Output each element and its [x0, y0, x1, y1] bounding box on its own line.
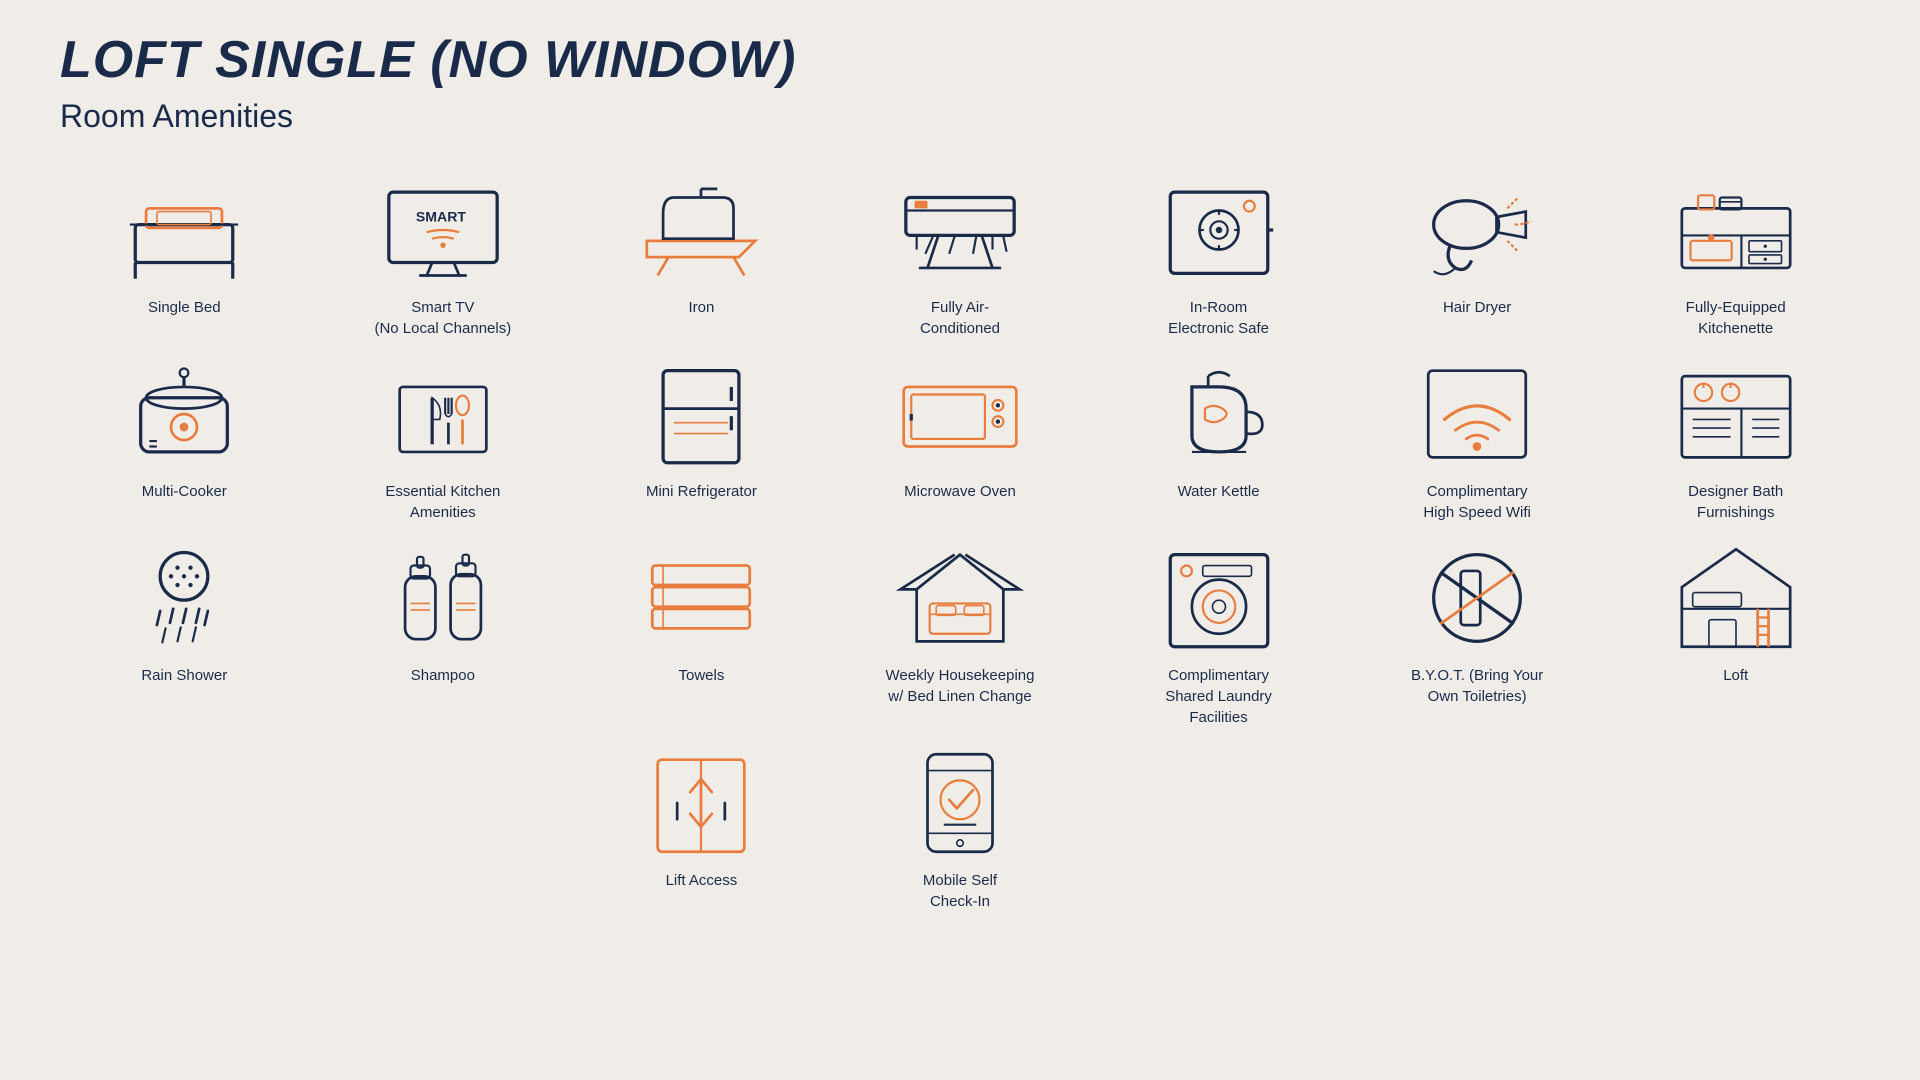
- smart-tv-icon: SMART: [378, 175, 508, 285]
- wifi-label: ComplimentaryHigh Speed Wifi: [1423, 481, 1531, 523]
- section-subtitle: Room Amenities: [60, 98, 1860, 135]
- multi-cooker-icon: [119, 359, 249, 469]
- amenity-bath-furnishings: Designer BathFurnishings: [1611, 359, 1860, 523]
- amenity-laundry: ComplimentaryShared LaundryFacilities: [1094, 543, 1343, 728]
- single-bed-icon: [119, 175, 249, 285]
- microwave-label: Microwave Oven: [904, 481, 1016, 502]
- amenity-water-kettle: Water Kettle: [1094, 359, 1343, 523]
- shampoo-label: Shampoo: [411, 665, 475, 686]
- towels-icon: [636, 543, 766, 653]
- amenity-mini-fridge: Mini Refrigerator: [577, 359, 826, 523]
- air-conditioned-label: Fully Air-Conditioned: [920, 297, 1000, 339]
- svg-text:SMART: SMART: [416, 208, 466, 224]
- amenity-towels: Towels: [577, 543, 826, 728]
- electronic-safe-icon: [1154, 175, 1284, 285]
- multi-cooker-label: Multi-Cooker: [142, 481, 227, 502]
- page-title: LOFT SINGLE (NO WINDOW): [60, 30, 1860, 90]
- air-conditioned-icon: [895, 175, 1025, 285]
- rain-shower-icon: [119, 543, 249, 653]
- lift-icon: [636, 748, 766, 858]
- housekeeping-label: Weekly Housekeepingw/ Bed Linen Change: [886, 665, 1035, 707]
- loft-icon: [1671, 543, 1801, 653]
- amenity-byot: B.Y.O.T. (Bring YourOwn Toiletries): [1353, 543, 1602, 728]
- towels-label: Towels: [678, 665, 724, 686]
- amenity-microwave: Microwave Oven: [836, 359, 1085, 523]
- amenity-mobile-checkin: Mobile SelfCheck-In: [836, 748, 1085, 912]
- mobile-checkin-icon: [895, 748, 1025, 858]
- amenity-loft: Loft: [1611, 543, 1860, 728]
- rain-shower-label: Rain Shower: [141, 665, 227, 686]
- iron-icon: [636, 175, 766, 285]
- amenities-grid: Single Bed SMART Smart TV(No Local Chann…: [60, 175, 1860, 912]
- shampoo-icon: [378, 543, 508, 653]
- amenity-kitchenette: Fully-EquippedKitchenette: [1611, 175, 1860, 339]
- housekeeping-icon: [895, 543, 1025, 653]
- laundry-label: ComplimentaryShared LaundryFacilities: [1165, 665, 1272, 728]
- laundry-icon: [1154, 543, 1284, 653]
- amenity-air-conditioned: Fully Air-Conditioned: [836, 175, 1085, 339]
- amenity-smart-tv: SMART Smart TV(No Local Channels): [319, 175, 568, 339]
- smart-tv-label: Smart TV(No Local Channels): [374, 297, 511, 339]
- bath-furnishings-label: Designer BathFurnishings: [1688, 481, 1783, 523]
- byot-label: B.Y.O.T. (Bring YourOwn Toiletries): [1411, 665, 1543, 707]
- hair-dryer-icon: [1412, 175, 1542, 285]
- amenity-electronic-safe: In-RoomElectronic Safe: [1094, 175, 1343, 339]
- loft-label: Loft: [1723, 665, 1748, 686]
- byot-icon: [1412, 543, 1542, 653]
- amenity-single-bed: Single Bed: [60, 175, 309, 339]
- kitchenette-icon: [1671, 175, 1801, 285]
- mini-fridge-label: Mini Refrigerator: [646, 481, 757, 502]
- amenity-lift: Lift Access: [577, 748, 826, 912]
- amenity-housekeeping: Weekly Housekeepingw/ Bed Linen Change: [836, 543, 1085, 728]
- electronic-safe-label: In-RoomElectronic Safe: [1168, 297, 1269, 339]
- amenity-multi-cooker: Multi-Cooker: [60, 359, 309, 523]
- water-kettle-icon: [1154, 359, 1284, 469]
- spacer-2: [319, 748, 568, 912]
- kitchen-amenities-icon: [378, 359, 508, 469]
- amenity-wifi: ComplimentaryHigh Speed Wifi: [1353, 359, 1602, 523]
- amenity-shampoo: Shampoo: [319, 543, 568, 728]
- amenity-hair-dryer: Hair Dryer: [1353, 175, 1602, 339]
- microwave-icon: [895, 359, 1025, 469]
- single-bed-label: Single Bed: [148, 297, 221, 318]
- lift-label: Lift Access: [666, 870, 738, 891]
- amenity-iron: Iron: [577, 175, 826, 339]
- kitchenette-label: Fully-EquippedKitchenette: [1686, 297, 1786, 339]
- amenity-kitchen-amenities: Essential KitchenAmenities: [319, 359, 568, 523]
- water-kettle-label: Water Kettle: [1178, 481, 1260, 502]
- amenity-rain-shower: Rain Shower: [60, 543, 309, 728]
- hair-dryer-label: Hair Dryer: [1443, 297, 1511, 318]
- spacer-1: [60, 748, 309, 912]
- bath-furnishings-icon: [1671, 359, 1801, 469]
- mobile-checkin-label: Mobile SelfCheck-In: [923, 870, 997, 912]
- mini-fridge-icon: [636, 359, 766, 469]
- wifi-icon: [1412, 359, 1542, 469]
- kitchen-amenities-label: Essential KitchenAmenities: [385, 481, 500, 523]
- iron-label: Iron: [688, 297, 714, 318]
